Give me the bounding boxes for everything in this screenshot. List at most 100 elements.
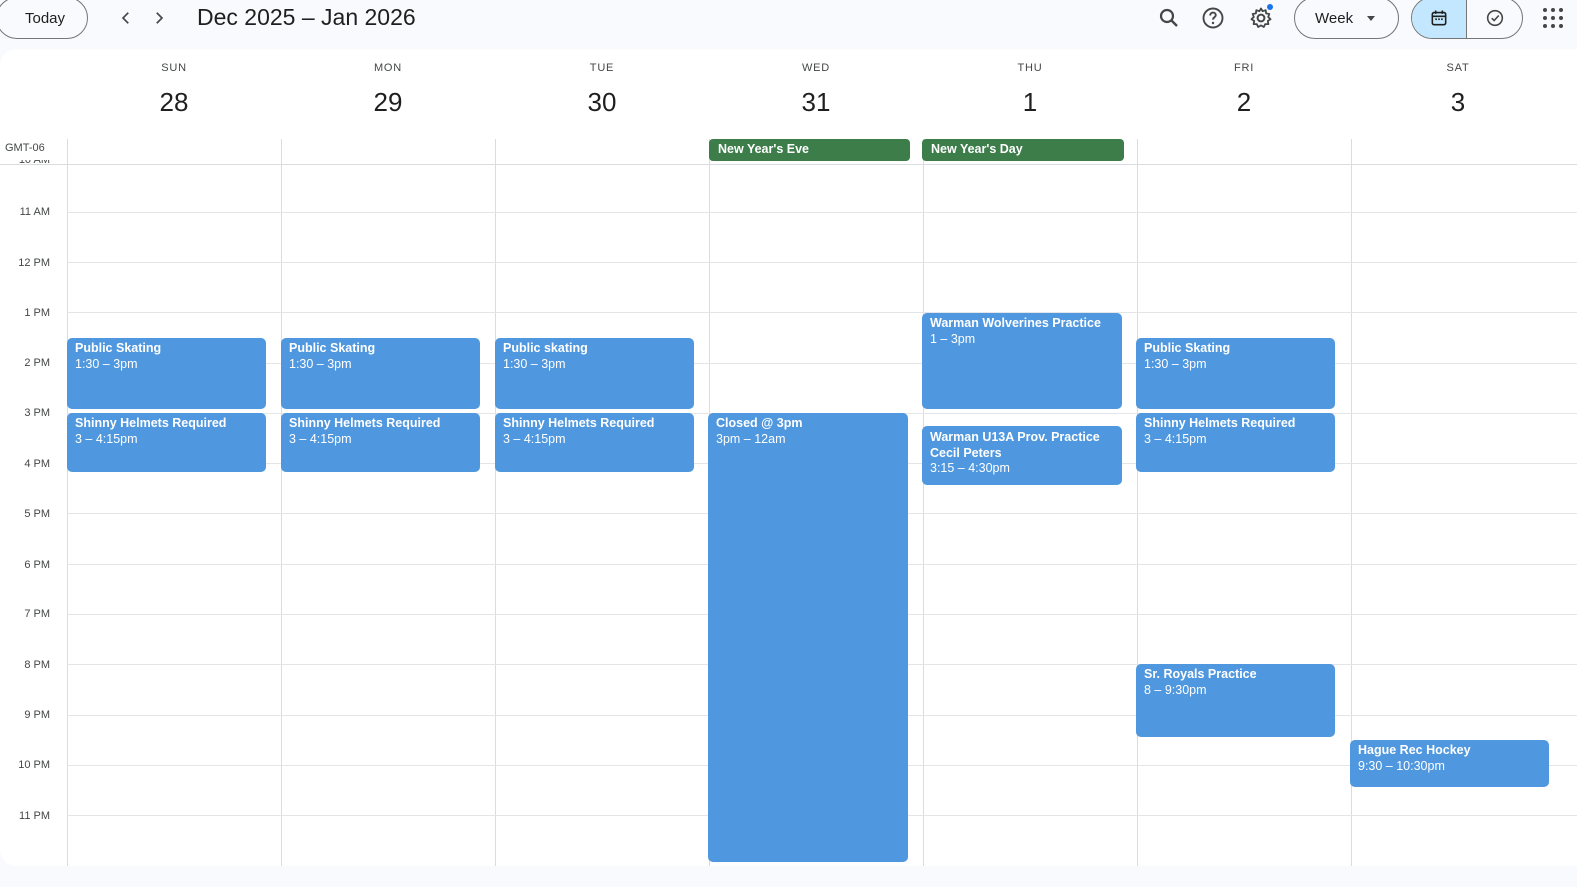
- event-title: Public skating: [503, 341, 588, 355]
- day-number: 3: [1450, 87, 1466, 117]
- calendar-event[interactable]: Shinny Helmets Required 3 – 4:15pm: [1136, 413, 1335, 472]
- apps-grid-icon[interactable]: [1541, 6, 1565, 30]
- day-number: 30: [587, 87, 617, 117]
- event-title: Shinny Helmets Required: [289, 416, 441, 430]
- day-header-sun[interactable]: SUN 28: [67, 49, 281, 139]
- time-label: 4 PM: [24, 458, 50, 470]
- event-title: Shinny Helmets Required: [1144, 416, 1296, 430]
- calendar-mode-button[interactable]: [1412, 0, 1468, 38]
- event-time: 3 – 4:15pm: [289, 431, 352, 446]
- day-header-mon[interactable]: MON 29: [281, 49, 495, 139]
- calendar-event[interactable]: Public Skating 1:30 – 3pm: [67, 338, 266, 409]
- event-title: Closed @ 3pm: [716, 416, 803, 430]
- day-header-tue[interactable]: TUE 30: [495, 49, 709, 139]
- day-number: 2: [1236, 87, 1252, 117]
- hour-line: [67, 212, 1577, 213]
- event-time: 3 – 4:15pm: [75, 431, 138, 446]
- tasks-mode-button[interactable]: [1467, 0, 1522, 38]
- calendar-event[interactable]: Closed @ 3pm 3pm – 12am: [708, 413, 908, 862]
- day-of-week: MON: [373, 62, 403, 74]
- date-range-title: Dec 2025 – Jan 2026: [197, 4, 416, 30]
- event-title: Shinny Helmets Required: [503, 416, 655, 430]
- calendar-event[interactable]: Hague Rec Hockey 9:30 – 10:30pm: [1350, 740, 1549, 787]
- week-grid: SUN 28 MON 29 TUE 30 WED 31 THU 1 FRI 2 SAT 3 G…: [0, 49, 1577, 866]
- day-number: 31: [801, 87, 831, 117]
- time-label: 3 PM: [24, 407, 50, 419]
- event-time: 1:30 – 3pm: [75, 356, 138, 371]
- view-switcher-dropdown[interactable]: Week: [1294, 0, 1399, 39]
- event-title: Sr. Royals Practice: [1144, 667, 1257, 681]
- day-of-week: TUE: [589, 62, 615, 74]
- time-label: 7 PM: [24, 608, 50, 620]
- timezone-label: GMT-06: [5, 142, 45, 154]
- caret-down-icon: [1367, 15, 1376, 21]
- all-day-event[interactable]: New Year's Eve: [709, 139, 910, 161]
- calendar-event[interactable]: Public Skating 1:30 – 3pm: [1136, 338, 1335, 409]
- event-title: Public Skating: [1144, 341, 1231, 355]
- day-of-week: WED: [801, 62, 831, 74]
- day-of-week: SUN: [161, 62, 187, 74]
- notification-dot: [1267, 4, 1273, 10]
- view-switcher-label: Week: [1315, 9, 1354, 27]
- event-time: 8 – 9:30pm: [1144, 682, 1207, 697]
- event-time: 3:15 – 4:30pm: [930, 461, 1010, 475]
- day-number: 1: [1022, 87, 1038, 117]
- day-header-thu[interactable]: THU 1: [923, 49, 1137, 139]
- time-label: 8 PM: [24, 659, 50, 671]
- column-divider: [67, 139, 68, 866]
- event-time: 1 – 3pm: [930, 331, 976, 346]
- time-label: 5 PM: [24, 508, 50, 520]
- search-button[interactable]: [1154, 3, 1184, 33]
- event-time: 3 – 4:15pm: [503, 431, 566, 446]
- calendar-event[interactable]: Shinny Helmets Required 3 – 4:15pm: [495, 413, 694, 472]
- time-label: 2 PM: [24, 357, 50, 369]
- column-divider: [281, 139, 282, 866]
- event-time: 1:30 – 3pm: [1144, 356, 1207, 371]
- search-icon: [1159, 8, 1178, 27]
- time-label: 1 PM: [24, 307, 50, 319]
- help-button[interactable]: [1198, 3, 1228, 33]
- event-title: Shinny Helmets Required: [75, 416, 227, 430]
- help-icon: [1202, 7, 1224, 29]
- calendar-event[interactable]: Public Skating 1:30 – 3pm: [281, 338, 480, 409]
- event-title: Public Skating: [75, 341, 162, 355]
- event-time: 9:30 – 10:30pm: [1358, 758, 1445, 773]
- all-day-event[interactable]: New Year's Day: [922, 139, 1124, 161]
- chevron-left-icon: [121, 12, 129, 24]
- hour-line: [67, 312, 1577, 313]
- calendar-event[interactable]: Warman Wolverines Practice 1 – 3pm: [922, 313, 1122, 409]
- calendar-event[interactable]: Shinny Helmets Required 3 – 4:15pm: [281, 413, 480, 472]
- app-mode-toggle: [1411, 0, 1523, 39]
- event-location: Cecil Peters: [930, 445, 1002, 460]
- today-button[interactable]: Today: [0, 0, 88, 39]
- column-divider: [495, 139, 496, 866]
- calendar-event[interactable]: Public skating 1:30 – 3pm: [495, 338, 694, 409]
- time-label: 12 PM: [18, 257, 50, 269]
- calendar-event[interactable]: Shinny Helmets Required 3 – 4:15pm: [67, 413, 266, 472]
- time-label: 9 PM: [24, 709, 50, 721]
- time-label: 11 PM: [19, 810, 50, 822]
- day-of-week: SAT: [1446, 62, 1470, 74]
- day-header-sat[interactable]: SAT 3: [1351, 49, 1565, 139]
- day-header-fri[interactable]: FRI 2: [1137, 49, 1351, 139]
- day-number: 29: [373, 87, 403, 117]
- time-label: 11 AM: [19, 206, 50, 218]
- column-divider: [923, 139, 924, 866]
- event-time: 3pm – 12am: [716, 431, 786, 446]
- calendar-event[interactable]: Warman U13A Prov. Practice Cecil Peters …: [922, 426, 1122, 485]
- event-title: Public Skating: [289, 341, 376, 355]
- calendar-icon: [1431, 10, 1447, 26]
- prev-week-button[interactable]: [112, 4, 140, 32]
- calendar-event[interactable]: Sr. Royals Practice 8 – 9:30pm: [1136, 664, 1335, 737]
- day-of-week: FRI: [1233, 62, 1255, 74]
- all-day-divider: [0, 164, 1577, 165]
- event-title: Warman Wolverines Practice: [930, 316, 1101, 330]
- chevron-right-icon: [156, 12, 164, 24]
- column-divider: [1137, 139, 1138, 866]
- settings-button[interactable]: [1246, 3, 1276, 33]
- next-week-button[interactable]: [145, 4, 173, 32]
- time-label: 6 PM: [24, 559, 50, 571]
- event-time: 1:30 – 3pm: [289, 356, 352, 371]
- top-bar: Today Dec 2025 – Jan 2026 Week: [0, 0, 1577, 39]
- day-header-wed[interactable]: WED 31: [709, 49, 923, 139]
